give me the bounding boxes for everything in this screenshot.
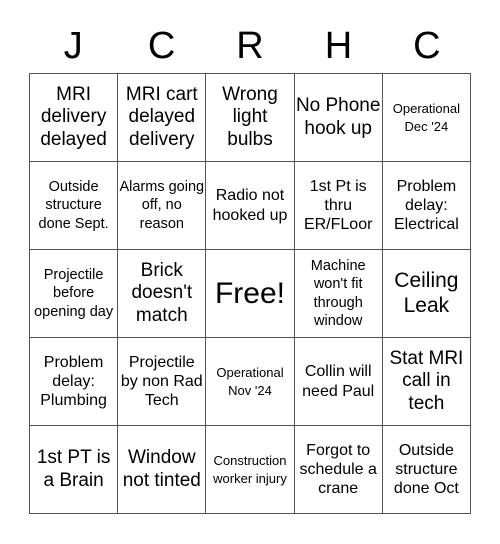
bingo-header: J C R H C [29,20,471,73]
cell-text: Projectile before opening day [34,267,114,320]
header-letter-h: H [324,25,353,67]
bingo-cell-r4c2[interactable]: Projectile by non Rad Tech [118,338,207,426]
cell-text: Operational Dec '24 [392,100,460,134]
bingo-cell-r4c3[interactable]: Operational Nov '24 [206,338,295,426]
cell-text: Operational Nov '24 [216,364,284,398]
bingo-cell-r3c2[interactable]: Brick doesn't match [118,250,207,338]
cell-text: Problem delay: Electrical [393,177,459,234]
cell-text: Projectile by non Rad Tech [120,353,203,410]
header-letter-c2: C [413,25,441,67]
cell-text: Radio not hooked up [212,187,288,224]
cell-text: MRI cart delayed delivery [125,83,198,150]
bingo-cell-free[interactable]: Free! [206,250,295,338]
cell-text: Wrong light bulbs [222,83,278,150]
cell-text: No Phone hook up [295,95,381,139]
cell-text: Brick doesn't match [131,259,193,326]
header-letter-c: C [147,25,176,67]
bingo-cell-r3c5[interactable]: Ceiling Leak [382,250,471,338]
bingo-cell-r5c1[interactable]: 1st PT is a Brain [30,426,119,514]
cell-text: Alarms going off, no reason [119,179,205,232]
bingo-cell-r1c1[interactable]: MRI delivery delayed [30,74,119,162]
bingo-cell-r3c1[interactable]: Projectile before opening day [30,250,119,338]
cell-text: 1st Pt is thru ER/FLoor [303,177,373,234]
cell-text: Stat MRI call in tech [389,347,464,414]
free-space-text: Free! [214,277,285,310]
bingo-cell-r2c5[interactable]: Problem delay: Electrical [382,162,471,250]
header-letter-r: R [236,25,264,67]
bingo-cell-r1c5[interactable]: Operational Dec '24 [382,74,471,162]
bingo-cell-r5c3[interactable]: Construction worker injury [206,426,295,514]
bingo-cell-r5c4[interactable]: Forgot to schedule a crane [294,426,383,514]
cell-text: Construction worker injury [213,452,287,486]
bingo-cell-r1c4[interactable]: No Phone hook up [294,74,383,162]
bingo-cell-r2c3[interactable]: Radio not hooked up [206,162,295,250]
cell-text: Collin will need Paul [302,363,375,400]
cell-text: Machine won't fit through window [310,258,366,329]
cell-text: Ceiling Leak [394,268,459,317]
cell-text: MRI delivery delayed [40,83,107,150]
bingo-cell-r4c5[interactable]: Stat MRI call in tech [382,338,471,426]
cell-text: Problem delay: Plumbing [40,353,107,410]
bingo-cell-r2c4[interactable]: 1st Pt is thru ER/FLoor [294,162,383,250]
bingo-cell-r5c2[interactable]: Window not tinted [118,426,207,514]
cell-text: 1st PT is a Brain [36,447,111,491]
bingo-cell-r2c2[interactable]: Alarms going off, no reason [118,162,207,250]
cell-text: Outside structure done Oct [393,441,459,498]
cell-text: Outside structure done Sept. [38,179,109,232]
cell-text: Window not tinted [122,447,201,491]
bingo-cell-r1c2[interactable]: MRI cart delayed delivery [118,74,207,162]
bingo-cell-r3c4[interactable]: Machine won't fit through window [294,250,383,338]
bingo-board: MRI delivery delayed MRI cart delayed de… [29,73,471,514]
cell-text: Forgot to schedule a crane [299,441,377,498]
bingo-cell-r4c1[interactable]: Problem delay: Plumbing [30,338,119,426]
bingo-cell-r5c5[interactable]: Outside structure done Oct [382,426,471,514]
header-letter-j: J [63,25,83,67]
bingo-cell-r2c1[interactable]: Outside structure done Sept. [30,162,119,250]
bingo-cell-r1c3[interactable]: Wrong light bulbs [206,74,295,162]
bingo-cell-r4c4[interactable]: Collin will need Paul [294,338,383,426]
